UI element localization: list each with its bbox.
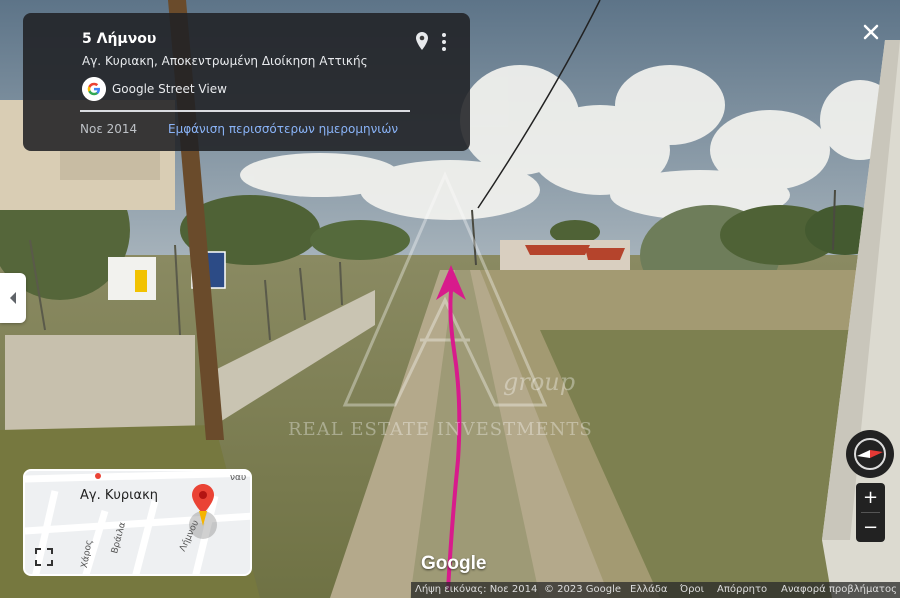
footer-bar: Λήψη εικόνας: Νοε 2014 © 2023 Google Ελλ… (411, 582, 900, 598)
footer-report-link[interactable]: Αναφορά προβλήματος (781, 584, 897, 595)
footer-capture-date: Λήψη εικόνας: Νοε 2014 (415, 584, 538, 595)
location-subtitle: Αγ. Κυριακη, Αποκεντρωμένη Διοίκηση Αττι… (82, 54, 368, 68)
house-right (500, 240, 630, 275)
location-info-card: 5 Λήμνου Αγ. Κυριακη, Αποκεντρωμένη Διοί… (23, 13, 470, 151)
google-icon (82, 77, 106, 101)
zoom-out-button[interactable]: − (856, 513, 885, 542)
location-title: 5 Λήμνου (82, 31, 157, 47)
google-logo: Google (421, 553, 487, 574)
timeline-divider (80, 110, 410, 112)
footer-terms-link[interactable]: Όροι (680, 584, 704, 595)
location-pin-icon[interactable] (414, 31, 430, 51)
minimap-streets (25, 471, 250, 574)
capture-date: Νοε 2014 (80, 122, 138, 136)
expand-icon[interactable] (33, 546, 55, 568)
footer-privacy-link[interactable]: Απόρρητο (717, 584, 767, 595)
footer-copyright: © 2023 Google (544, 584, 622, 595)
minimap[interactable]: Αγ. Κυριακη Λήμνου Βράιλα Χάρος ναυ (23, 469, 252, 576)
compass-icon (854, 438, 886, 470)
close-icon[interactable] (856, 17, 886, 47)
watermark-text: REAL ESTATE INVESTMENTS (288, 419, 593, 440)
collapse-panel-button[interactable] (0, 273, 26, 323)
watermark-group: group (503, 368, 576, 396)
chevron-left-icon (10, 292, 16, 304)
zoom-in-button[interactable]: + (856, 483, 885, 512)
minimap-label: Αγ. Κυριακη (80, 488, 159, 503)
more-dates-link[interactable]: Εμφάνιση περισσότερων ημερομηνιών (168, 122, 398, 136)
street-view-source: Google Street View (112, 82, 227, 96)
more-options-icon[interactable] (437, 31, 451, 53)
minimap-street-label: ναυ (230, 473, 247, 483)
footer-country-link[interactable]: Ελλάδα (630, 584, 667, 595)
compass-button[interactable] (846, 430, 894, 478)
zoom-control: + − (856, 483, 885, 542)
